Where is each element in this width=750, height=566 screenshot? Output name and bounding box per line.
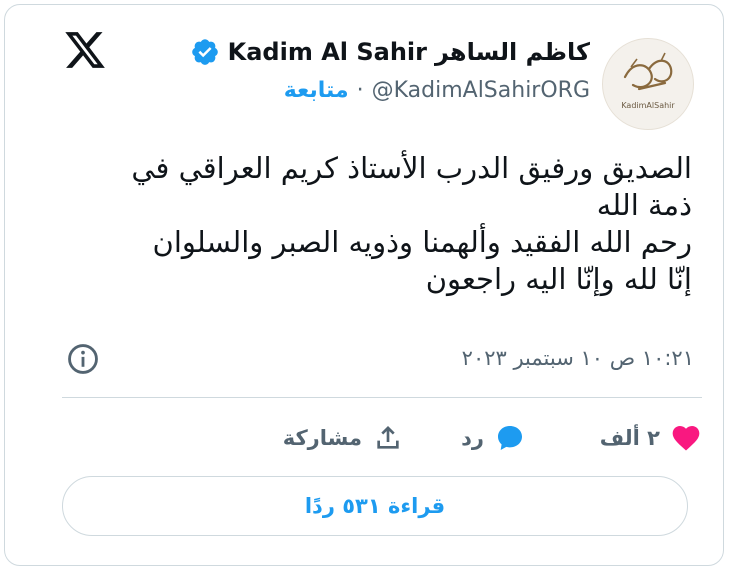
x-logo-icon[interactable] bbox=[62, 28, 108, 72]
action-bar: ٢ ألف رد مشاركة bbox=[62, 418, 702, 458]
comment-bubble-icon bbox=[498, 426, 522, 450]
author-handle-row: @KadimAlSahirORG · متابعة bbox=[284, 74, 590, 106]
avatar-caption: KadimAlSahir bbox=[621, 101, 675, 110]
author-name-english[interactable]: Kadim Al Sahir bbox=[228, 38, 427, 66]
avatar-calligraphy-icon bbox=[623, 52, 673, 91]
author-name-row[interactable]: كاظم الساهر Kadim Al Sahir bbox=[190, 34, 590, 70]
share-button[interactable]: مشاركة bbox=[283, 418, 404, 458]
author-name-arabic[interactable]: كاظم الساهر bbox=[435, 38, 590, 66]
divider bbox=[62, 397, 702, 398]
tweet-line: إنّا لله وإنّا اليه راجعون bbox=[425, 262, 692, 296]
timestamp[interactable]: ١٠:٢١ ص ١٠ سبتمبر ٢٠٢٣ bbox=[462, 346, 694, 370]
tweet-meta: ١٠:٢١ ص ١٠ سبتمبر ٢٠٢٣ bbox=[54, 342, 694, 378]
avatar[interactable]: KadimAlSahir bbox=[602, 38, 694, 130]
share-label: مشاركة bbox=[282, 426, 362, 450]
tweet-text: الصديق ورفيق الدرب الأستاذ كريم العراقي … bbox=[52, 150, 692, 298]
author-handle[interactable]: @KadimAlSahirORG bbox=[372, 78, 590, 103]
reply-button[interactable]: رد bbox=[461, 418, 526, 458]
info-icon[interactable] bbox=[66, 342, 100, 376]
separator-dot: · bbox=[356, 77, 364, 103]
verified-badge-icon bbox=[191, 39, 218, 65]
tweet-line: رحم الله الفقيد وألهمنا وذويه الصبر والس… bbox=[152, 225, 692, 259]
read-replies-button[interactable]: قراءة ٥٣١ ردًا bbox=[62, 476, 688, 536]
like-count: ٢ ألف bbox=[599, 426, 660, 450]
follow-button[interactable]: متابعة bbox=[284, 78, 349, 103]
heart-icon bbox=[672, 426, 700, 451]
tweet-line: الصديق ورفيق الدرب الأستاذ كريم العراقي … bbox=[131, 151, 692, 185]
reply-label: رد bbox=[461, 426, 484, 450]
tweet-line: ذمة الله bbox=[596, 188, 692, 222]
share-upload-icon bbox=[377, 426, 399, 449]
tweet-header: KadimAlSahir كاظم الساهر Kadim Al Sahir … bbox=[134, 30, 694, 130]
like-button[interactable]: ٢ ألف bbox=[600, 418, 702, 458]
